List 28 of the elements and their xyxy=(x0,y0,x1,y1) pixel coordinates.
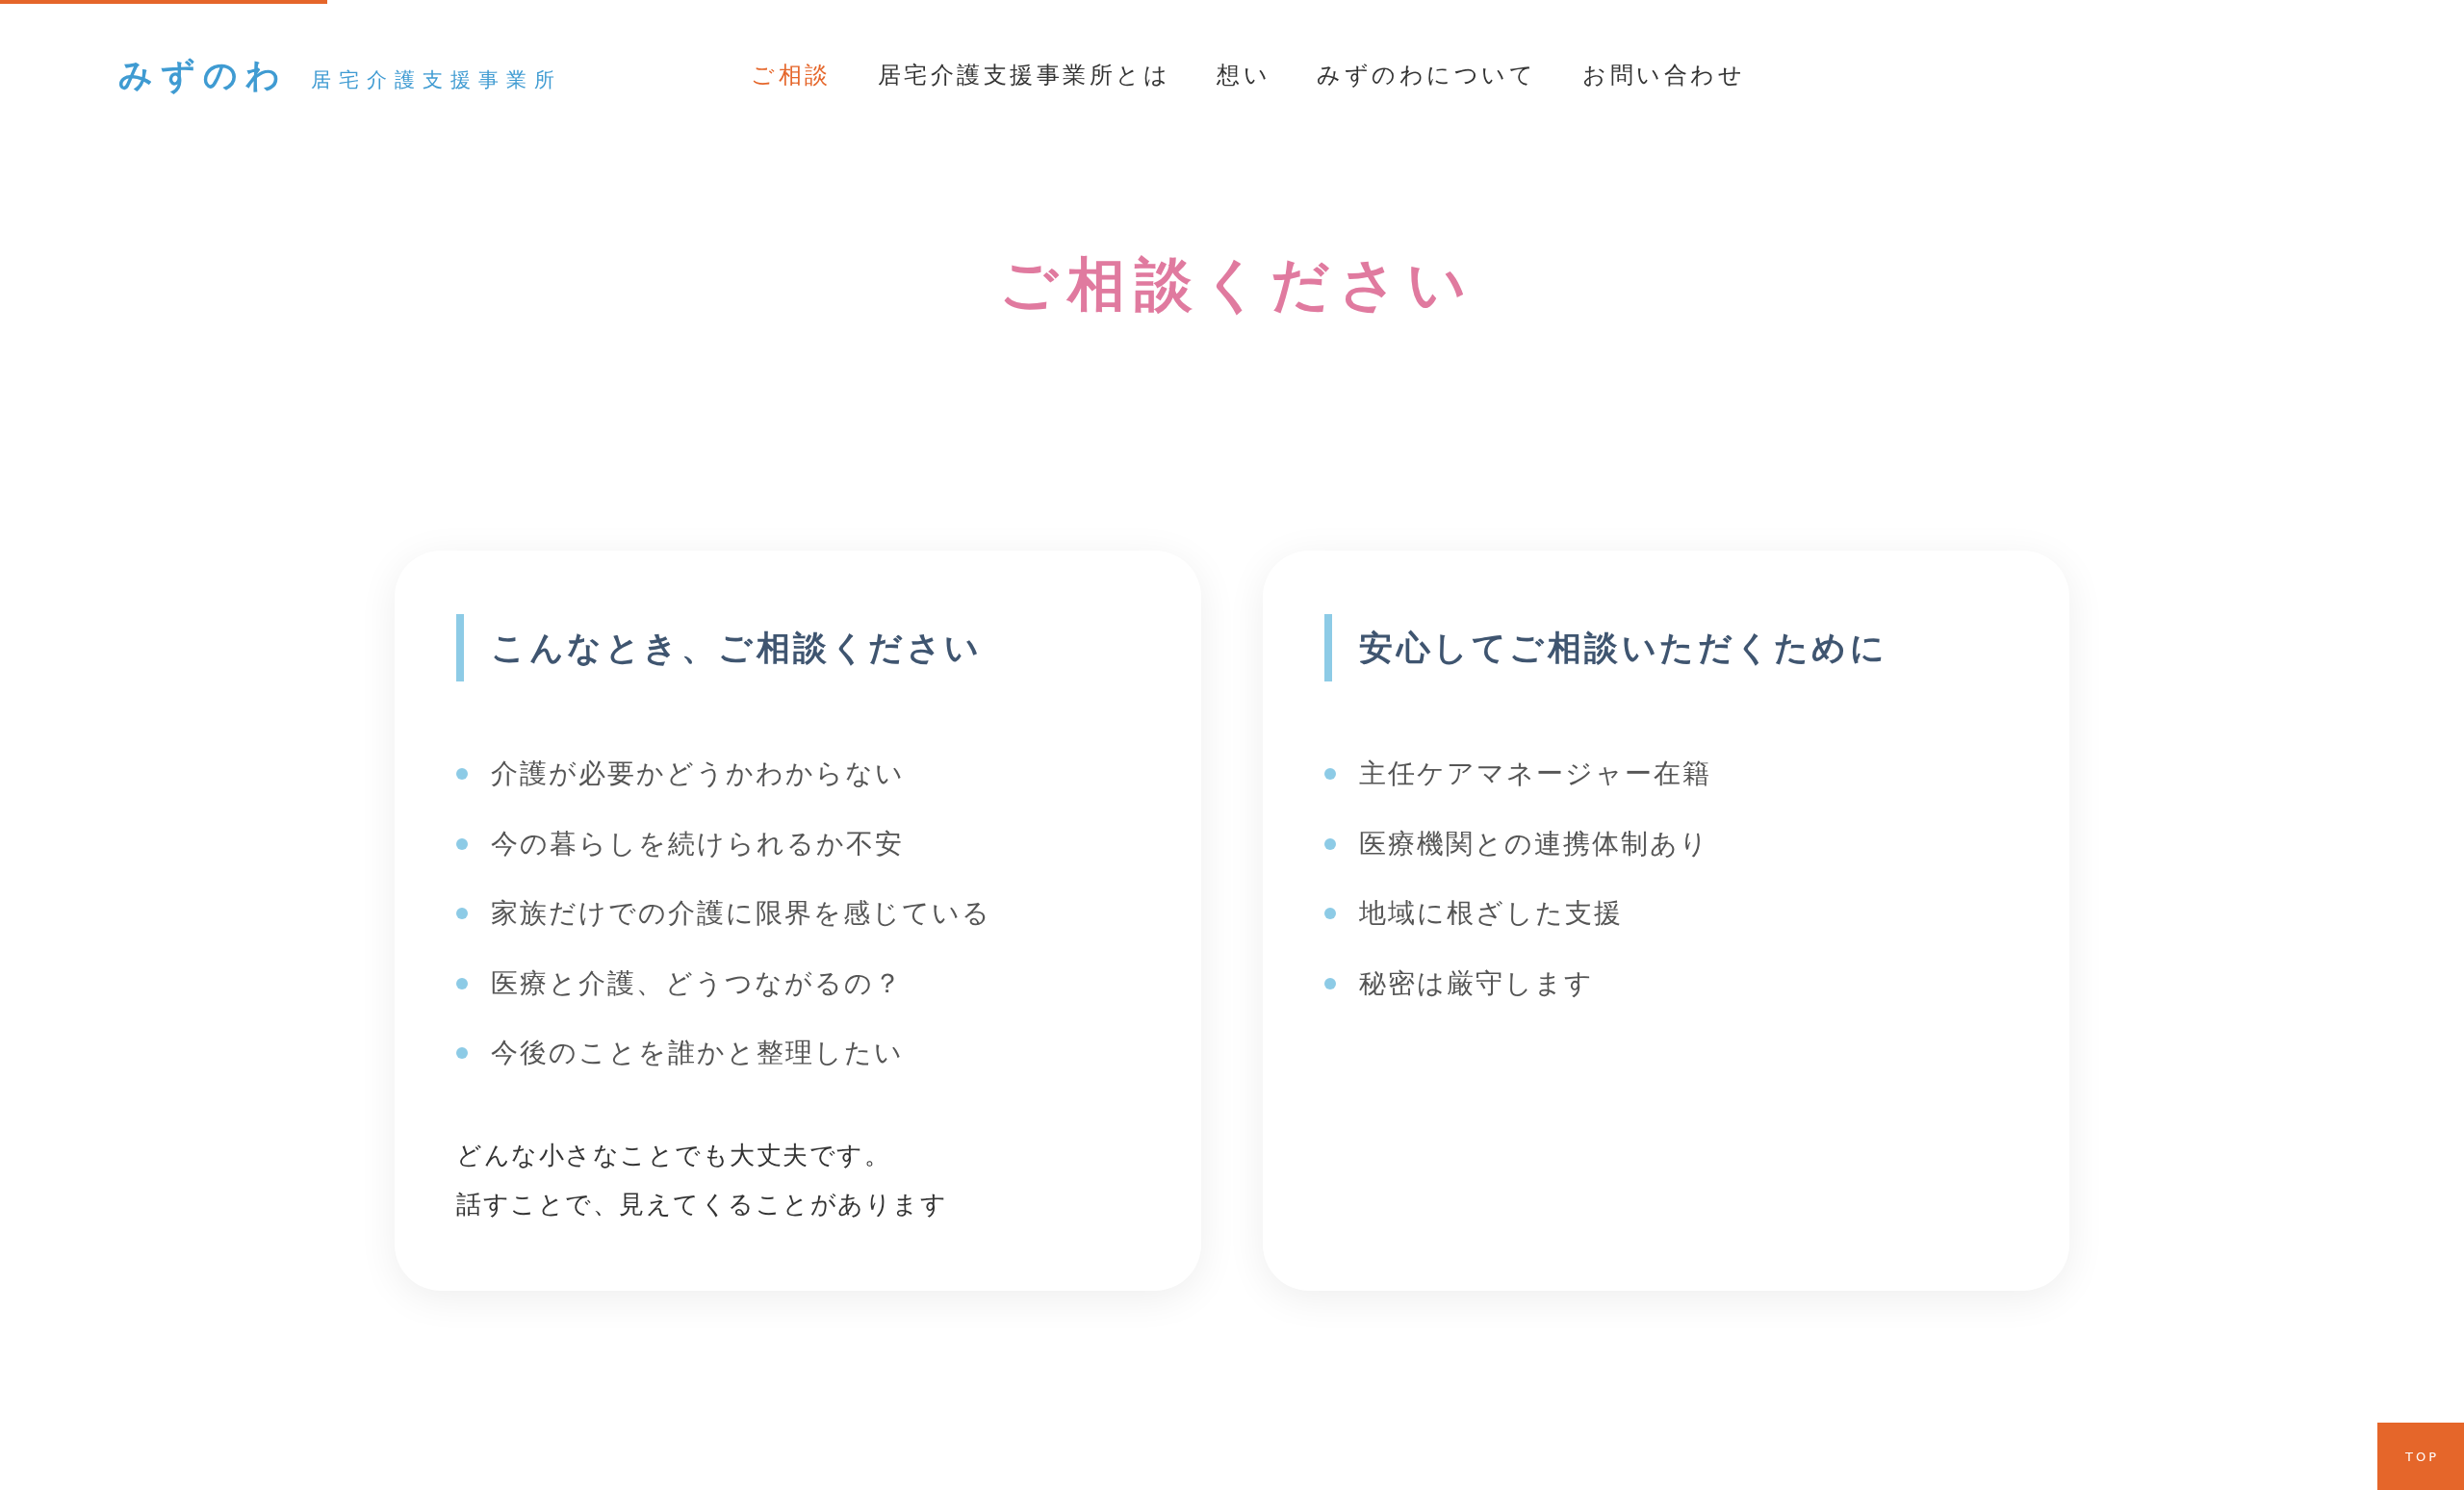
list-item-text: 介護が必要かどうかわからない xyxy=(491,757,905,791)
bullet-dot-icon xyxy=(456,908,468,919)
closing-text: どんな小さなことでも大丈夫です。 xyxy=(456,1140,890,1171)
list-item-text: 家族だけでの介護に限界を感じている xyxy=(491,896,991,931)
list-item-text: 今の暮らしを続けられるか不安 xyxy=(491,826,904,861)
bullet-dot-icon xyxy=(456,1047,468,1059)
list-item-text: 医療と介護、どうつながるの？ xyxy=(491,965,903,1001)
list-item-text: 医療機関との連携体制あり xyxy=(1359,826,1709,861)
logo-subtitle: 居宅介護支援事業所 xyxy=(311,67,562,93)
bullet-dot-icon xyxy=(456,837,468,850)
bullet-dot-icon xyxy=(456,977,468,989)
list-item-text: 主任ケアマネージャー在籍 xyxy=(1359,757,1711,791)
page-title: ご相談ください xyxy=(997,249,1476,320)
list-item-text: 今後のことを誰かと整理したい xyxy=(491,1036,904,1070)
closing-text: 話すことで、見えてくることがあります xyxy=(456,1189,947,1220)
nav-link[interactable]: みずのわについて xyxy=(1317,60,1536,90)
nav-link[interactable]: 居宅介護支援事業所とは xyxy=(877,60,1170,90)
list-item-text: 地域に根ざした支援 xyxy=(1359,896,1623,931)
card-heading: こんなとき、ご相談ください xyxy=(456,614,1140,681)
bullet-dot-icon xyxy=(1324,768,1336,780)
card-heading: 安心してご相談いただくために xyxy=(1324,614,2008,681)
list-item-text: 秘密は厳守します xyxy=(1359,965,1594,1001)
bullet-dot-icon xyxy=(1324,977,1336,989)
nav-link[interactable]: 想い xyxy=(1217,60,1270,90)
nav-link[interactable]: お問い合わせ xyxy=(1582,60,1745,90)
bullet-dot-icon xyxy=(1324,837,1336,850)
bullet-dot-icon xyxy=(1324,908,1336,919)
bullet-dot-icon xyxy=(456,768,468,780)
